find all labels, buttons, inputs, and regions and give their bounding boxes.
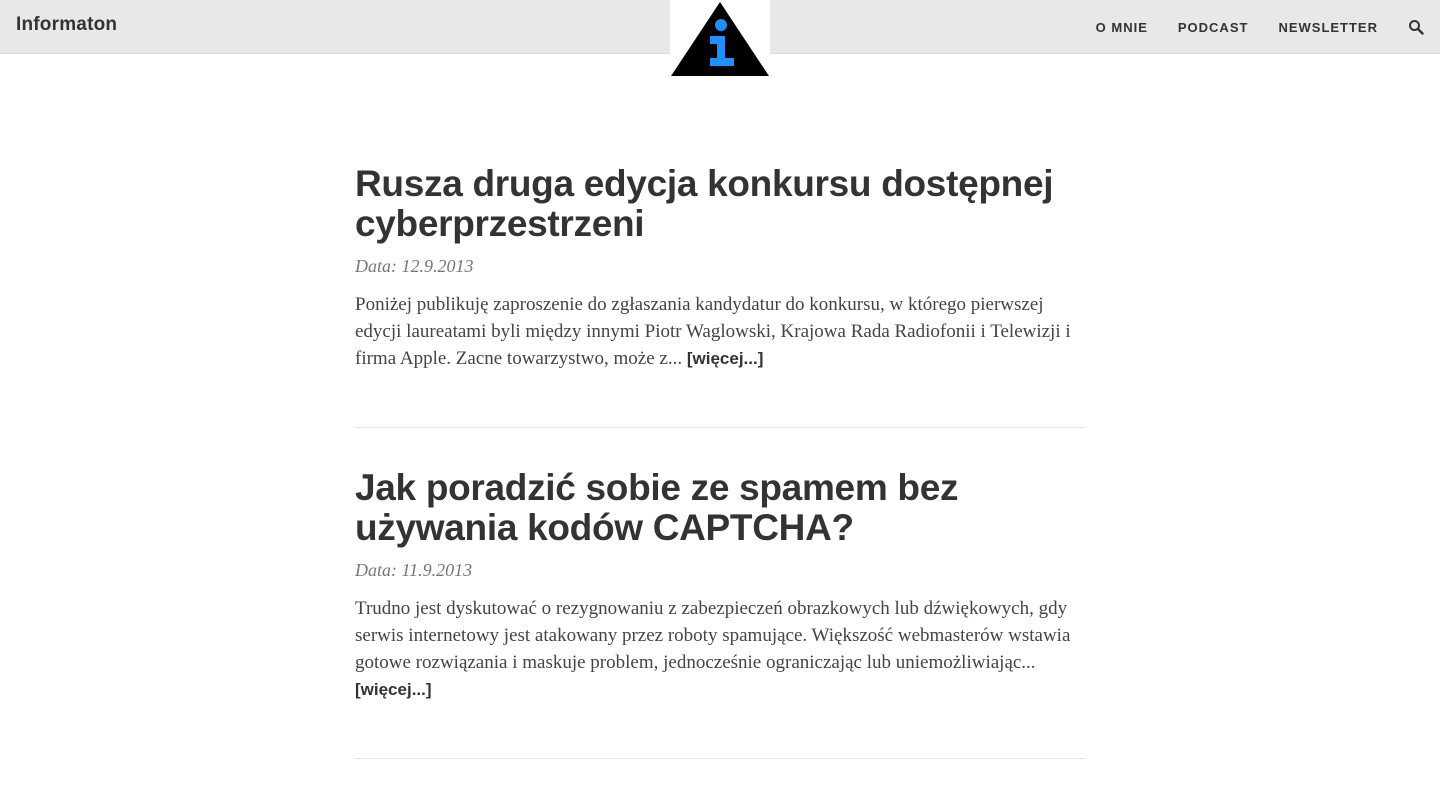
main-nav: O MNIE PODCAST NEWSLETTER <box>1096 0 1440 54</box>
nav-item-podcast[interactable]: PODCAST <box>1178 20 1249 35</box>
post-title: Jak poradzić sobie ze spamem bez używani… <box>355 468 1085 548</box>
post-excerpt: Poniżej publikuję zaproszenie do zgłasza… <box>355 291 1085 372</box>
top-navigation-bar: Informaton O MNIE PODCAST NEWSLETTER <box>0 0 1440 76</box>
post-item: Rusza druga edycja konkursu dostępnej cy… <box>355 164 1085 428</box>
post-title-link[interactable]: Rusza druga edycja konkursu dostępnej cy… <box>355 163 1054 244</box>
read-more-link[interactable]: [więcej...] <box>687 349 764 368</box>
site-logo[interactable] <box>670 0 770 76</box>
post-list: Rusza druga edycja konkursu dostępnej cy… <box>355 164 1085 799</box>
search-icon[interactable] <box>1408 19 1424 35</box>
post-excerpt: Trudno jest dyskutować o rezygnowaniu z … <box>355 595 1085 703</box>
post-title: Rusza druga edycja konkursu dostępnej cy… <box>355 164 1085 244</box>
nav-item-newsletter[interactable]: NEWSLETTER <box>1278 20 1378 35</box>
site-brand-link[interactable]: Informaton <box>16 14 117 36</box>
post-title-link[interactable]: Jak poradzić sobie ze spamem bez używani… <box>355 467 959 548</box>
post-date: Data: 12.9.2013 <box>355 256 474 276</box>
info-triangle-logo-icon <box>671 2 769 76</box>
post-excerpt-text: Trudno jest dyskutować o rezygnowaniu z … <box>355 598 1071 673</box>
nav-item-o-mnie[interactable]: O MNIE <box>1096 20 1148 35</box>
post-item: Jak poradzić sobie ze spamem bez używani… <box>355 468 1085 759</box>
post-date: Data: 11.9.2013 <box>355 560 473 580</box>
read-more-link[interactable]: [więcej...] <box>355 680 432 699</box>
